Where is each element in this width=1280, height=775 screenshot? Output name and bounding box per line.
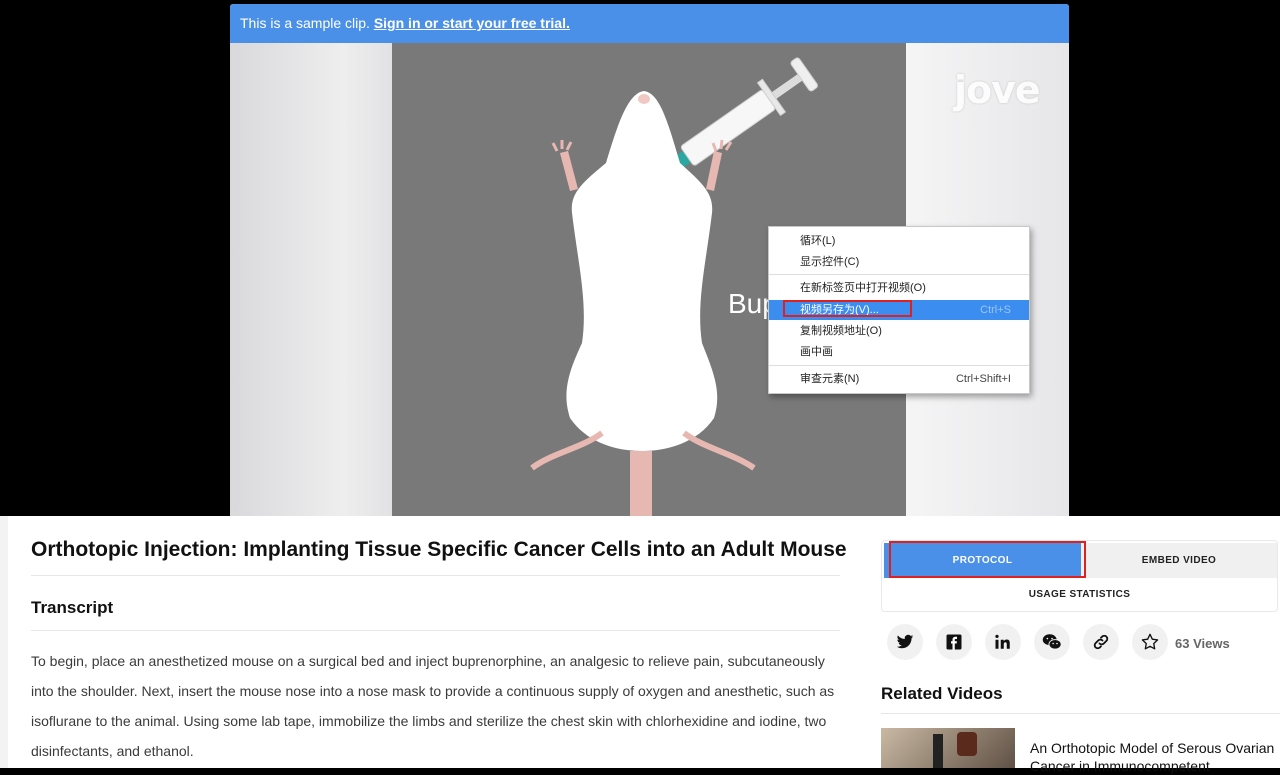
- sample-clip-text: This is a sample clip.: [240, 15, 370, 31]
- ctx-item-open-in-new-tab[interactable]: 在新标签页中打开视频(O): [769, 278, 1029, 298]
- ctx-item-show-controls[interactable]: 显示控件(C): [769, 252, 1029, 272]
- ctx-item-label: 画中画: [800, 346, 833, 358]
- transcript-heading: Transcript: [31, 598, 114, 617]
- sample-clip-banner: This is a sample clip. Sign in or start …: [230, 4, 1069, 43]
- ctx-item-label: 显示控件(C): [800, 256, 860, 268]
- thumbnail-detail: [957, 732, 977, 756]
- ctx-item-picture-in-picture[interactable]: 画中画: [769, 342, 1029, 362]
- article-tabs: PROTOCOL EMBED VIDEO USAGE STATISTICS: [881, 540, 1278, 612]
- ctx-item-label: 循环(L): [800, 235, 836, 247]
- sidebar: PROTOCOL EMBED VIDEO USAGE STATISTICS 63…: [862, 516, 1280, 774]
- linkedin-share-button[interactable]: [985, 624, 1021, 660]
- video-stage: This is a sample clip. Sign in or start …: [0, 0, 1280, 516]
- page-content: Orthotopic Injection: Implanting Tissue …: [0, 516, 1280, 774]
- facebook-share-button[interactable]: [936, 624, 972, 660]
- star-icon: [1141, 633, 1159, 650]
- divider: [31, 575, 840, 576]
- divider: [881, 713, 1280, 714]
- facebook-icon: [946, 634, 962, 650]
- twitter-share-button[interactable]: [887, 624, 923, 660]
- favorite-button[interactable]: [1132, 624, 1168, 660]
- wechat-icon: [1042, 634, 1062, 650]
- sign-in-link[interactable]: Sign in or start your free trial.: [374, 15, 570, 31]
- jove-logo: jove: [954, 68, 1041, 112]
- ctx-item-save-video-as[interactable]: 视频另存为(V)... Ctrl+S: [769, 300, 1029, 320]
- tab-protocol[interactable]: PROTOCOL: [884, 543, 1081, 578]
- ctx-item-label: 审查元素(N): [800, 373, 860, 385]
- linkedin-icon: [995, 634, 1010, 649]
- thumbnail-detail: [933, 734, 943, 768]
- wechat-share-button[interactable]: [1034, 624, 1070, 660]
- link-icon: [1093, 634, 1109, 650]
- related-video-thumbnail[interactable]: [881, 728, 1015, 768]
- browser-context-menu: 循环(L) 显示控件(C) 在新标签页中打开视频(O) 视频另存为(V)... …: [768, 226, 1030, 394]
- ctx-item-label: 复制视频地址(O): [800, 325, 882, 337]
- ctx-item-label: 视频另存为(V)...: [800, 304, 879, 316]
- view-count: 63 Views: [1175, 636, 1230, 651]
- ctx-item-shortcut: Ctrl+Shift+I: [955, 373, 1011, 385]
- ctx-item-copy-video-address[interactable]: 复制视频地址(O): [769, 321, 1029, 341]
- copy-link-button[interactable]: [1083, 624, 1119, 660]
- article-card: Orthotopic Injection: Implanting Tissue …: [8, 516, 862, 768]
- video-background-left: [230, 43, 392, 516]
- ctx-separator: [769, 274, 1029, 275]
- ctx-separator: [769, 365, 1029, 366]
- ctx-item-shortcut: Ctrl+S: [980, 304, 1011, 316]
- twitter-icon: [896, 634, 914, 649]
- divider: [31, 630, 840, 631]
- related-video-title[interactable]: An Orthotopic Model of Serous Ovarian Ca…: [1030, 739, 1275, 775]
- tab-usage-statistics[interactable]: USAGE STATISTICS: [882, 581, 1277, 611]
- page-title: Orthotopic Injection: Implanting Tissue …: [31, 538, 847, 561]
- related-videos-heading: Related Videos: [881, 684, 1003, 703]
- ctx-item-inspect[interactable]: 审查元素(N) Ctrl+Shift+I: [769, 369, 1029, 389]
- tab-embed-video[interactable]: EMBED VIDEO: [1081, 543, 1277, 578]
- transcript-text: To begin, place an anesthetized mouse on…: [31, 653, 835, 759]
- ctx-item-loop[interactable]: 循环(L): [769, 231, 1029, 251]
- ctx-item-label: 在新标签页中打开视频(O): [800, 282, 926, 294]
